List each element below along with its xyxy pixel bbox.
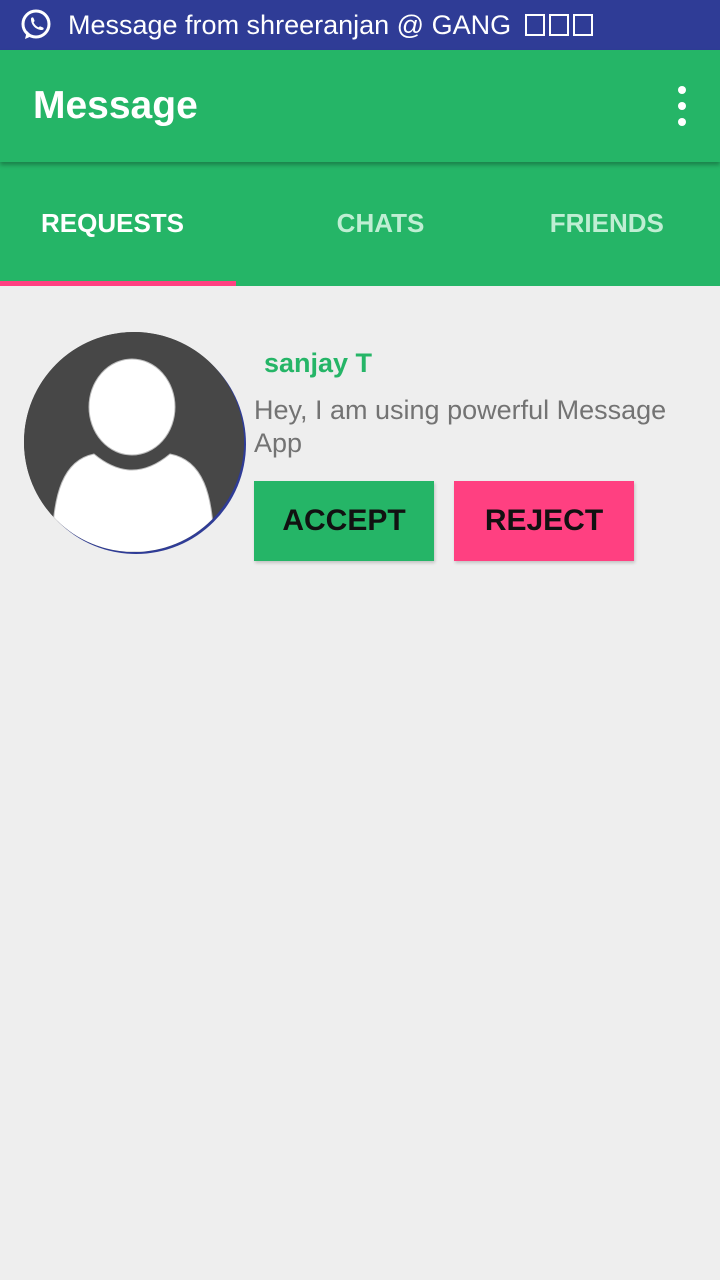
app-toolbar: Message bbox=[0, 50, 720, 162]
notification-text: Message from shreeranjan @ GANG bbox=[68, 9, 594, 41]
request-user-name: sanjay T bbox=[264, 348, 373, 378]
accept-button[interactable]: ACCEPT bbox=[254, 481, 434, 561]
tab-requests[interactable]: REQUESTS bbox=[0, 162, 267, 286]
default-avatar-icon[interactable] bbox=[24, 332, 244, 552]
reject-button[interactable]: REJECT bbox=[454, 481, 634, 561]
more-vert-icon[interactable] bbox=[670, 86, 694, 126]
tab-friends[interactable]: FRIENDS bbox=[494, 162, 720, 286]
unsupported-glyph-box bbox=[525, 14, 546, 36]
tab-bar: REQUESTS CHATS FRIENDS bbox=[0, 162, 720, 286]
request-user-status: Hey, I am using powerful Message App bbox=[254, 395, 667, 458]
unsupported-glyph-box bbox=[549, 14, 570, 36]
notification-message: Message from shreeranjan @ GANG bbox=[68, 9, 512, 40]
app-title: Message bbox=[33, 84, 198, 127]
tab-chats[interactable]: CHATS bbox=[267, 162, 493, 286]
friend-request-item: sanjay T Hey, I am using powerful Messag… bbox=[0, 286, 720, 586]
whatsapp-icon bbox=[18, 7, 54, 43]
unsupported-glyph-box bbox=[573, 14, 594, 36]
notification-bar: Message from shreeranjan @ GANG bbox=[0, 0, 720, 50]
